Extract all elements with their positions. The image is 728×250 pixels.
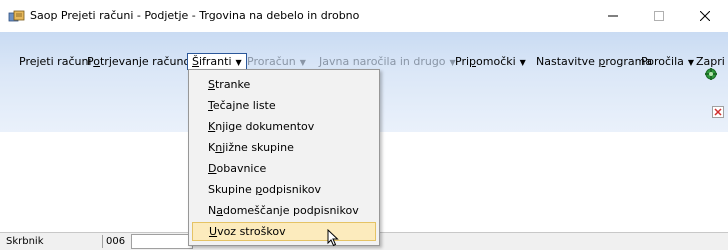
minimize-icon xyxy=(608,15,618,17)
menu-label: Pripomočki xyxy=(455,55,516,68)
label-part: trjevanje računov xyxy=(99,55,197,68)
label-part: voz stroškov xyxy=(217,225,286,238)
dropdown-item-knjige-dokumentov[interactable]: Knjige dokumentov xyxy=(192,117,376,136)
dropdown-item-stranke[interactable]: Stranke xyxy=(192,75,376,94)
label-part: jižne skupine xyxy=(222,141,294,154)
dropdown-item-dobavnice[interactable]: Dobavnice xyxy=(192,159,376,178)
dropdown-item-skupine-podpisnikov[interactable]: Skupine podpisnikov xyxy=(192,180,376,199)
sifranti-dropdown: Stranke Tečajne liste Knjige dokumentov … xyxy=(188,69,380,246)
menu-label: Javna naročila in drugo xyxy=(319,55,446,68)
label-part: ečajne liste xyxy=(212,99,276,112)
window-title: Saop Prejeti računi - Podjetje - Trgovin… xyxy=(30,9,360,22)
label-accel: o xyxy=(93,55,100,68)
label-accel: S xyxy=(208,78,215,91)
title-bar: Saop Prejeti računi - Podjetje - Trgovin… xyxy=(0,0,728,32)
label-part: domeščanje podpisnikov xyxy=(222,204,359,217)
app-icon xyxy=(8,10,25,22)
menu-label: Šifranti xyxy=(192,55,232,68)
menu-label: Prejeti računi xyxy=(19,55,92,68)
menu-proracun: Proračun ▼ xyxy=(247,55,306,68)
label-part: odpisnikov xyxy=(262,183,321,196)
menu-label: Nastavitve programa xyxy=(536,55,652,68)
chevron-down-icon: ▼ xyxy=(519,58,526,67)
chevron-down-icon: ▼ xyxy=(687,58,695,67)
chevron-down-icon: ▼ xyxy=(299,58,306,67)
dropdown-item-tecajne-liste[interactable]: Tečajne liste xyxy=(192,96,376,115)
label-part: Pri xyxy=(455,55,470,68)
mouse-cursor-icon xyxy=(327,229,339,247)
label-part: omočki xyxy=(476,55,516,68)
menu-label: Potrjevanje računov xyxy=(87,55,197,68)
minimize-button[interactable] xyxy=(590,0,636,32)
close-document-icon[interactable] xyxy=(712,106,724,118)
label-part: Skupine xyxy=(208,183,256,196)
status-user: Skrbnik xyxy=(6,236,44,247)
label-part: njige dokumentov xyxy=(215,120,315,133)
label-part: ifranti xyxy=(198,55,232,68)
label-accel: Š xyxy=(192,55,199,68)
menu-sifranti[interactable]: Šifranti ▼ xyxy=(187,53,247,70)
label-part: tranke xyxy=(214,78,251,91)
close-button[interactable] xyxy=(682,0,728,32)
label-part: Nastavitve xyxy=(536,55,599,68)
menu-label: Poročila xyxy=(641,55,684,68)
menu-label: Proračun xyxy=(247,55,296,68)
menu-potrjevanje-racunov[interactable]: Potrjevanje računov xyxy=(87,55,197,68)
dropdown-item-uvoz-stroskov[interactable]: Uvoz stroškov xyxy=(192,222,376,241)
menu-prejeti-racuni[interactable]: Prejeti računi xyxy=(19,55,92,68)
maximize-icon xyxy=(654,11,664,21)
status-field xyxy=(131,234,193,249)
tools-icon[interactable] xyxy=(704,67,718,81)
label-part: obavnice xyxy=(216,162,267,175)
menu-javna-narocila: Javna naročila in drugo ▼ xyxy=(319,55,456,68)
label-accel: p xyxy=(469,55,477,68)
menu-porocila[interactable]: Poročila ▼ xyxy=(641,55,694,68)
dropdown-item-knjizne-skupine[interactable]: Knjižne skupine xyxy=(192,138,376,157)
status-code: 006 xyxy=(102,235,130,248)
menu-pripomocki[interactable]: Pripomočki ▼ xyxy=(455,55,526,68)
menu-label: Zapri xyxy=(696,55,725,68)
menu-zapri[interactable]: Zapri xyxy=(696,55,725,68)
maximize-button[interactable] xyxy=(636,0,682,32)
chevron-down-icon: ▼ xyxy=(235,58,242,67)
label-part: N xyxy=(208,204,217,217)
dropdown-item-nadomescanje-podpisnikov[interactable]: Nadomeščanje podpisnikov xyxy=(192,201,376,220)
label-accel: U xyxy=(209,225,218,238)
label-accel: a xyxy=(216,204,223,217)
close-icon xyxy=(700,11,710,21)
menu-nastavitve-programa[interactable]: Nastavitve programa xyxy=(536,55,652,68)
